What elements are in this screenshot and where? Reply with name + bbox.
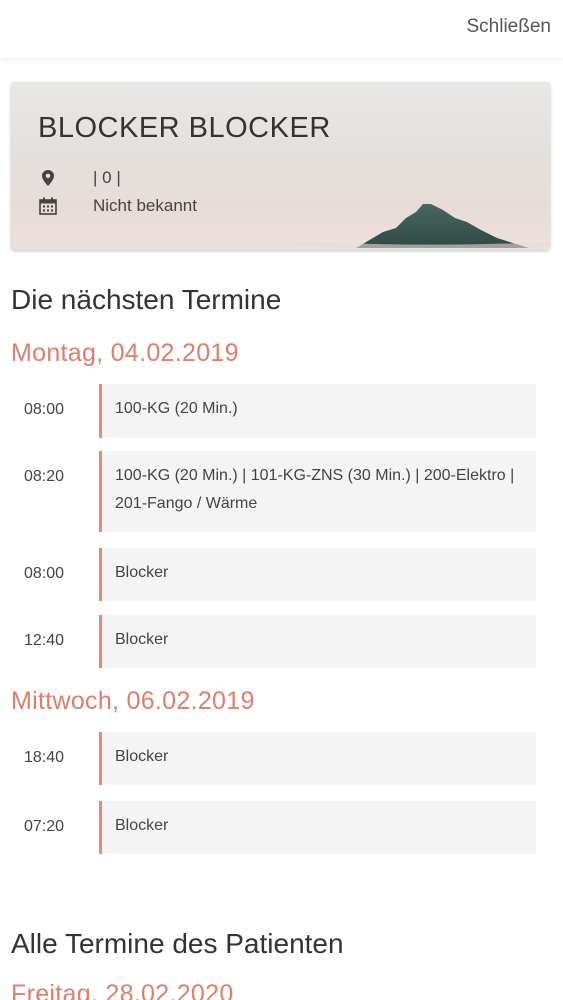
appointment-description: 100-KG (20 Min.) | 101-KG-ZNS (30 Min.) … xyxy=(115,467,515,512)
patient-location: | 0 | xyxy=(93,168,121,187)
patient-header-card: BLOCKER BLOCKER | 0 | Nicht bekannt xyxy=(11,82,550,250)
appointment-card[interactable]: Blocker xyxy=(99,801,536,854)
day-heading: Montag, 04.02.2019 xyxy=(11,339,239,367)
birthdate-row: Nicht bekannt xyxy=(37,195,197,217)
close-button[interactable]: Schließen xyxy=(467,16,552,38)
appointment-card[interactable]: Blocker xyxy=(99,615,536,668)
appointment-card[interactable]: Blocker xyxy=(99,732,536,785)
upcoming-section-title: Die nächsten Termine xyxy=(11,284,282,315)
appointment-time: 12:40 xyxy=(24,632,65,649)
mountain-background-image xyxy=(11,204,550,250)
top-bar: Schließen xyxy=(0,0,563,58)
appointment-item[interactable]: 12:40 Blocker xyxy=(11,615,536,668)
appointment-card[interactable]: 100-KG (20 Min.) xyxy=(99,384,536,438)
appointment-time: 08:20 xyxy=(24,468,65,485)
calendar-icon xyxy=(37,196,59,216)
appointment-description: 100-KG (20 Min.) xyxy=(115,400,238,417)
appointment-time: 18:40 xyxy=(24,749,65,766)
appointment-item[interactable]: 07:20 Blocker xyxy=(11,801,536,854)
appointment-description: Blocker xyxy=(115,564,169,581)
map-marker-icon xyxy=(37,168,59,188)
appointment-card[interactable]: Blocker xyxy=(99,548,536,601)
appointment-item[interactable]: 18:40 Blocker xyxy=(11,732,536,785)
patient-birthdate: Nicht bekannt xyxy=(93,196,197,215)
appointment-card[interactable]: 100-KG (20 Min.) | 101-KG-ZNS (30 Min.) … xyxy=(99,451,536,532)
appointment-time: 08:00 xyxy=(24,401,65,418)
day-heading: Mittwoch, 06.02.2019 xyxy=(11,687,255,715)
appointment-description: Blocker xyxy=(115,748,169,765)
appointment-time: 08:00 xyxy=(24,565,65,582)
patient-name: BLOCKER BLOCKER xyxy=(38,112,331,144)
appointment-description: Blocker xyxy=(115,631,169,648)
appointment-item[interactable]: 08:00 100-KG (20 Min.) xyxy=(11,384,536,438)
appointment-item[interactable]: 08:20 100-KG (20 Min.) | 101-KG-ZNS (30 … xyxy=(11,451,536,532)
appointment-description: Blocker xyxy=(115,817,169,834)
all-appointments-section-title: Alle Termine des Patienten xyxy=(11,928,344,959)
appointment-time: 07:20 xyxy=(24,818,65,835)
appointment-item[interactable]: 08:00 Blocker xyxy=(11,548,536,601)
location-row: | 0 | xyxy=(37,167,121,189)
day-heading: Freitag, 28.02.2020 xyxy=(11,980,234,1000)
